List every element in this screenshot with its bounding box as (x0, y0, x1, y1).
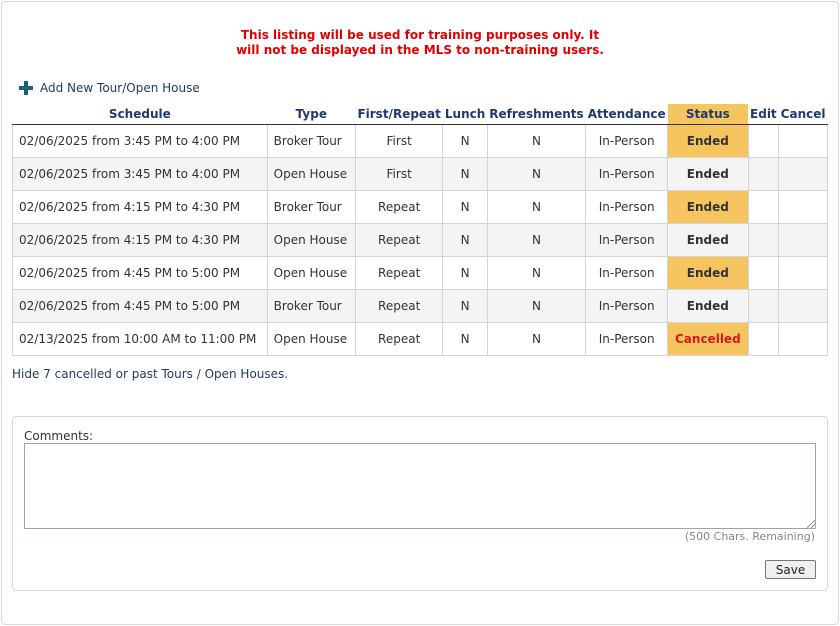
training-notice-line-2: will not be displayed in the MLS to non-… (236, 43, 604, 57)
tours-table: Schedule Type First/Repeat Lunch Refresh… (12, 104, 828, 356)
header-first-repeat: First/Repeat (355, 104, 443, 125)
cell-refreshments: N (486, 222, 587, 257)
cell-first-repeat: Repeat (354, 189, 444, 224)
cell-lunch: N (442, 123, 488, 158)
cell-refreshments: N (486, 255, 587, 290)
resize-handle-icon[interactable] (807, 520, 815, 528)
comments-panel: Comments: (500 Chars. Remaining) Save (12, 416, 828, 591)
cell-lunch: N (442, 189, 488, 224)
cell-lunch: N (442, 288, 488, 323)
cell-cancel[interactable] (778, 189, 828, 224)
cell-attendance: In-Person (585, 222, 669, 257)
status-badge: Ended (667, 123, 749, 158)
cell-cancel[interactable] (778, 222, 828, 257)
cell-refreshments: N (486, 288, 587, 323)
cell-cancel[interactable] (778, 255, 828, 290)
table-header-row: Schedule Type First/Repeat Lunch Refresh… (12, 104, 828, 125)
cell-attendance: In-Person (585, 156, 669, 191)
status-badge: Ended (667, 189, 749, 224)
cell-first-repeat: Repeat (354, 321, 444, 356)
cell-cancel[interactable] (778, 123, 828, 158)
save-button[interactable]: Save (765, 560, 816, 579)
cell-schedule: 02/06/2025 from 4:45 PM to 5:00 PM (12, 288, 268, 323)
table-row: 02/06/2025 from 4:15 PM to 4:30 PM Open … (12, 222, 828, 257)
cell-schedule: 02/06/2025 from 4:15 PM to 4:30 PM (12, 189, 268, 224)
header-edit: Edit (748, 104, 779, 125)
status-badge: Ended (667, 156, 749, 191)
cell-schedule: 02/06/2025 from 3:45 PM to 4:00 PM (12, 156, 268, 191)
status-badge: Ended (667, 222, 749, 257)
training-notice: This listing will be used for training p… (0, 28, 840, 58)
add-tour-link[interactable]: Add New Tour/Open House (19, 79, 200, 97)
cell-cancel[interactable] (778, 288, 828, 323)
table-row: 02/06/2025 from 4:15 PM to 4:30 PM Broke… (12, 189, 828, 224)
cell-edit[interactable] (747, 123, 780, 158)
table-row: 02/06/2025 from 3:45 PM to 4:00 PM Broke… (12, 123, 828, 158)
status-badge: Ended (667, 288, 749, 323)
cell-refreshments: N (486, 189, 587, 224)
header-schedule: Schedule (12, 104, 268, 125)
cell-type: Open House (266, 156, 356, 191)
cell-first-repeat: Repeat (354, 222, 444, 257)
plus-icon (19, 81, 33, 95)
cell-first-repeat: Repeat (354, 255, 444, 290)
cell-lunch: N (442, 255, 488, 290)
status-badge: Ended (667, 255, 749, 290)
cell-first-repeat: First (354, 123, 444, 158)
cell-schedule: 02/06/2025 from 3:45 PM to 4:00 PM (12, 123, 268, 158)
cell-type: Broker Tour (266, 288, 356, 323)
cell-edit[interactable] (747, 222, 780, 257)
comments-textarea[interactable] (24, 443, 816, 529)
table-row: 02/06/2025 from 3:45 PM to 4:00 PM Open … (12, 156, 828, 191)
training-notice-line-1: This listing will be used for training p… (240, 28, 600, 42)
cell-attendance: In-Person (585, 288, 669, 323)
cell-schedule: 02/06/2025 from 4:45 PM to 5:00 PM (12, 255, 268, 290)
table-row: 02/06/2025 from 4:45 PM to 5:00 PM Broke… (12, 288, 828, 323)
cell-lunch: N (442, 156, 488, 191)
cell-attendance: In-Person (585, 321, 669, 356)
header-lunch: Lunch (442, 104, 488, 125)
cell-type: Broker Tour (266, 189, 356, 224)
cell-edit[interactable] (747, 321, 780, 356)
header-type: Type (267, 104, 356, 125)
cell-attendance: In-Person (585, 123, 669, 158)
cell-lunch: N (442, 321, 488, 356)
cell-schedule: 02/06/2025 from 4:15 PM to 4:30 PM (12, 222, 268, 257)
hide-past-tours-link[interactable]: Hide 7 cancelled or past Tours / Open Ho… (12, 367, 288, 381)
comments-label: Comments: (24, 429, 94, 443)
header-attendance: Attendance (585, 104, 668, 125)
cell-edit[interactable] (747, 156, 780, 191)
cell-lunch: N (442, 222, 488, 257)
header-status: Status (667, 104, 749, 125)
cell-cancel[interactable] (778, 156, 828, 191)
cell-cancel[interactable] (778, 321, 828, 356)
cell-refreshments: N (486, 156, 587, 191)
cell-type: Open House (266, 222, 356, 257)
add-tour-label: Add New Tour/Open House (40, 81, 200, 95)
table-row: 02/06/2025 from 4:45 PM to 5:00 PM Open … (12, 255, 828, 290)
cell-first-repeat: Repeat (354, 288, 444, 323)
cell-attendance: In-Person (585, 255, 669, 290)
cell-edit[interactable] (747, 288, 780, 323)
cell-type: Broker Tour (266, 123, 356, 158)
cell-refreshments: N (486, 321, 587, 356)
header-refreshments: Refreshments (487, 104, 586, 125)
table-row: 02/13/2025 from 10:00 AM to 11:00 PM Ope… (12, 321, 828, 356)
header-cancel: Cancel (778, 104, 828, 125)
status-badge: Cancelled (667, 321, 749, 356)
cell-refreshments: N (486, 123, 587, 158)
cell-edit[interactable] (747, 189, 780, 224)
cell-schedule: 02/13/2025 from 10:00 AM to 11:00 PM (12, 321, 268, 356)
cell-type: Open House (266, 255, 356, 290)
cell-edit[interactable] (747, 255, 780, 290)
cell-attendance: In-Person (585, 189, 669, 224)
chars-remaining: (500 Chars. Remaining) (684, 530, 815, 543)
cell-type: Open House (266, 321, 356, 356)
cell-first-repeat: First (354, 156, 444, 191)
